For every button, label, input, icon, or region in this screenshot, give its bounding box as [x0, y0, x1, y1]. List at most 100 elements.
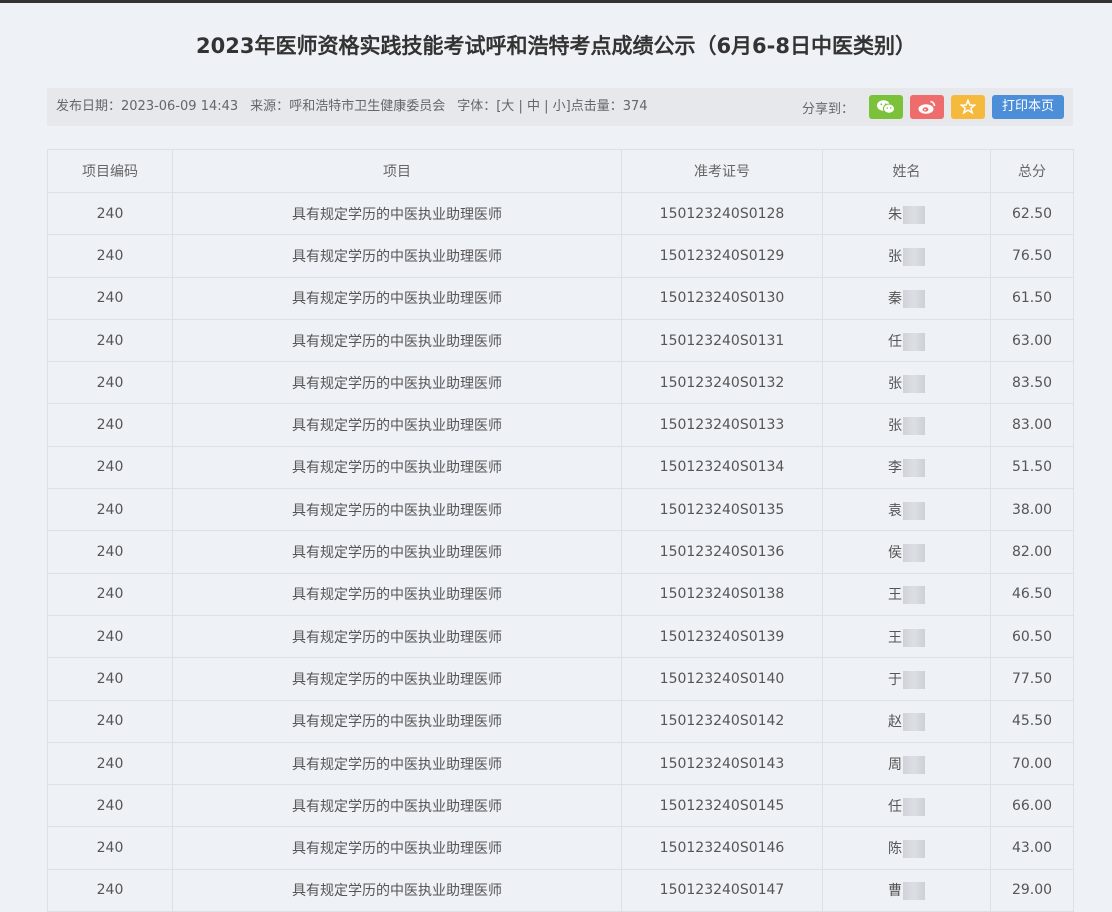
name-text: 朱 [888, 206, 902, 223]
cell-total-score: 46.50 [990, 572, 1074, 616]
cell-name: 陈 [822, 826, 991, 870]
print-button[interactable]: 打印本页 [991, 95, 1064, 119]
cell-project-code: 240 [47, 191, 173, 236]
cell-project-code: 240 [47, 403, 173, 447]
cell-project: 具有规定学历的中医执业助理医师 [172, 403, 622, 447]
cell-project-code: 240 [47, 276, 173, 320]
cell-project: 具有规定学历的中医执业助理医师 [172, 361, 622, 405]
name-text: 曹 [888, 883, 902, 900]
header-project: 项目 [172, 149, 622, 193]
cell-exam-number: 150123240S0136 [621, 530, 823, 574]
cell-project-code: 240 [47, 699, 173, 743]
table-header-row: 项目编码 项目 准考证号 姓名 总分 [47, 149, 1074, 193]
cell-exam-number: 150123240S0130 [621, 276, 823, 320]
name-redaction [903, 670, 925, 689]
cell-name: 张 [822, 403, 991, 447]
table-row: 240 具有规定学历的中医执业助理医师 150123240S0131 任 63.00 [47, 318, 1074, 363]
publish-date: 2023-06-09 14:43 [121, 99, 239, 114]
share-weibo-button[interactable] [909, 95, 944, 119]
table-row: 240 具有规定学历的中医执业助理医师 150123240S0135 袁 38.00 [47, 488, 1074, 532]
share-wechat-button[interactable] [868, 95, 903, 119]
cell-total-score: 66.00 [990, 784, 1074, 828]
name-redaction [903, 417, 925, 436]
cell-name: 张 [822, 234, 991, 278]
name-text: 张 [888, 248, 902, 265]
cell-exam-number: 150123240S0134 [621, 445, 823, 490]
name-text: 任 [888, 333, 902, 350]
font-size-large[interactable]: 大 [501, 99, 514, 114]
name-redaction [903, 459, 925, 478]
cell-name: 王 [822, 572, 991, 616]
table-body: 240 具有规定学历的中医执业助理医师 150123240S0128 朱 62.50 24… [47, 191, 1074, 912]
cell-project-code: 240 [47, 784, 173, 828]
cell-project: 具有规定学历的中医执业助理医师 [172, 784, 622, 828]
header-total-score: 总分 [990, 149, 1074, 193]
cell-project: 具有规定学历的中医执业助理医师 [172, 530, 622, 574]
cell-exam-number: 150123240S0143 [621, 741, 823, 786]
table-row: 240 具有规定学历的中医执业助理医师 150123240S0132 张 83.50 [47, 361, 1074, 405]
clicks-count: 374 [622, 99, 648, 114]
cell-total-score: 77.50 [990, 657, 1074, 701]
cell-project-code: 240 [47, 657, 173, 701]
cell-exam-number: 150123240S0131 [621, 318, 823, 363]
table-row: 240 具有规定学历的中医执业助理医师 150123240S0133 张 83.00 [47, 403, 1074, 447]
name-redaction [903, 501, 925, 520]
name-text: 周 [888, 756, 902, 773]
font-size-label: 字体： [457, 99, 497, 114]
cell-total-score: 29.00 [990, 868, 1074, 912]
name-text: 李 [888, 460, 902, 477]
table-row: 240 具有规定学历的中医执业助理医师 150123240S0146 陈 43.00 [47, 826, 1074, 870]
name-text: 任 [888, 798, 902, 815]
name-text: 王 [888, 629, 902, 646]
name-redaction [903, 755, 925, 774]
table-row: 240 具有规定学历的中医执业助理医师 150123240S0139 王 60.50 [47, 614, 1074, 659]
cell-total-score: 63.00 [990, 318, 1074, 363]
cell-exam-number: 150123240S0146 [621, 826, 823, 870]
table-row: 240 具有规定学历的中医执业助理医师 150123240S0138 王 46.50 [47, 572, 1074, 616]
share-bar: 分享到： 打印本页 [802, 88, 1064, 126]
cell-project-code: 240 [47, 361, 173, 405]
name-redaction [903, 882, 925, 901]
publish-date-label: 发布日期： [56, 99, 122, 114]
cell-total-score: 38.00 [990, 488, 1074, 532]
name-redaction [903, 290, 925, 309]
cell-total-score: 83.50 [990, 361, 1074, 405]
font-size-medium[interactable]: 中 [527, 99, 540, 114]
name-text: 袁 [888, 502, 902, 519]
cell-project: 具有规定学历的中医执业助理医师 [172, 445, 622, 490]
cell-exam-number: 150123240S0147 [621, 868, 823, 912]
cell-total-score: 76.50 [990, 234, 1074, 278]
top-border [0, 0, 1112, 3]
table-row: 240 具有规定学历的中医执业助理医师 150123240S0147 曹 29.00 [47, 868, 1074, 912]
name-text: 秦 [888, 291, 902, 308]
cell-total-score: 43.00 [990, 826, 1074, 870]
name-redaction [903, 247, 925, 266]
cell-total-score: 51.50 [990, 445, 1074, 490]
name-redaction [903, 628, 925, 647]
cell-project-code: 240 [47, 741, 173, 786]
name-redaction [903, 840, 925, 859]
cell-project-code: 240 [47, 488, 173, 532]
favorite-button[interactable] [950, 95, 985, 119]
cell-exam-number: 150123240S0140 [621, 657, 823, 701]
cell-project: 具有规定学历的中医执业助理医师 [172, 826, 622, 870]
table-row: 240 具有规定学历的中医执业助理医师 150123240S0129 张 76.50 [47, 234, 1074, 278]
table-row: 240 具有规定学历的中医执业助理医师 150123240S0128 朱 62.50 [47, 191, 1074, 236]
cell-exam-number: 150123240S0132 [621, 361, 823, 405]
cell-name: 周 [822, 741, 991, 786]
font-size-small[interactable]: 小 [553, 99, 566, 114]
name-redaction [903, 544, 925, 563]
cell-project: 具有规定学历的中医执业助理医师 [172, 657, 622, 701]
cell-project: 具有规定学历的中医执业助理医师 [172, 318, 622, 363]
cell-project: 具有规定学历的中医执业助理医师 [172, 614, 622, 659]
cell-name: 袁 [822, 488, 991, 532]
header-name: 姓名 [822, 149, 991, 193]
meta-info: 发布日期：2023-06-09 14:43 来源：呼和浩特市卫生健康委员会 字体：[… [56, 88, 648, 126]
table-row: 240 具有规定学历的中医执业助理医师 150123240S0140 于 77.50 [47, 657, 1074, 701]
table-row: 240 具有规定学历的中医执业助理医师 150123240S0142 赵 45.50 [47, 699, 1074, 743]
cell-name: 于 [822, 657, 991, 701]
cell-exam-number: 150123240S0135 [621, 488, 823, 532]
source-label: 来源： [250, 99, 290, 114]
cell-total-score: 61.50 [990, 276, 1074, 320]
cell-exam-number: 150123240S0133 [621, 403, 823, 447]
